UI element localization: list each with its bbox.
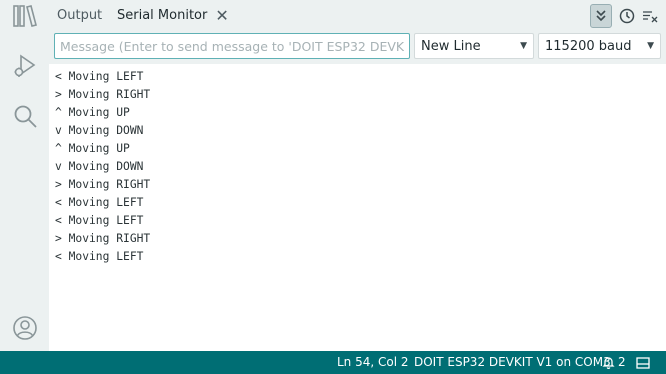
activity-bar <box>0 0 49 351</box>
debug-icon[interactable] <box>11 52 39 80</box>
close-icon[interactable]: ✕ <box>215 0 228 32</box>
cursor-position[interactable]: Ln 54, Col 2 <box>337 351 409 374</box>
output-line: > Moving RIGHT <box>55 232 151 245</box>
output-line: ^ Moving UP <box>55 106 130 119</box>
notifications-button[interactable]: 2 <box>602 351 626 374</box>
notification-count: 2 <box>618 355 626 369</box>
tab-serial-monitor-label: Serial Monitor <box>117 8 208 23</box>
message-input[interactable] <box>54 33 410 59</box>
output-line: < Moving LEFT <box>55 70 144 83</box>
output-line: > Moving RIGHT <box>55 88 151 101</box>
serial-controls: New Line ▼ 115200 baud ▼ <box>49 32 666 64</box>
line-ending-value: New Line <box>421 38 481 54</box>
autoscroll-icon[interactable] <box>590 4 612 28</box>
library-icon[interactable] <box>11 2 39 30</box>
panel-tabbar: Output Serial Monitor ✕ <box>49 0 666 32</box>
timestamp-icon[interactable] <box>616 4 638 28</box>
baud-rate-select[interactable]: 115200 baud ▼ <box>538 33 661 59</box>
account-icon[interactable] <box>11 314 39 342</box>
chevron-down-icon: ▼ <box>520 41 527 51</box>
board-selector[interactable]: DOIT ESP32 DEVKIT V1 on COM3 <box>414 351 611 374</box>
tab-output[interactable]: Output <box>57 0 102 32</box>
output-line: < Moving LEFT <box>55 196 144 209</box>
output-line: v Moving DOWN <box>55 124 144 137</box>
serial-output[interactable]: < Moving LEFT > Moving RIGHT ^ Moving UP… <box>49 64 666 351</box>
search-icon[interactable] <box>11 102 39 130</box>
line-ending-select[interactable]: New Line ▼ <box>414 33 534 59</box>
output-line: v Moving DOWN <box>55 160 144 173</box>
baud-rate-value: 115200 baud <box>545 38 632 54</box>
output-line: > Moving RIGHT <box>55 178 151 191</box>
status-bar: Ln 54, Col 2 DOIT ESP32 DEVKIT V1 on COM… <box>0 351 666 374</box>
chevron-down-icon: ▼ <box>647 41 654 51</box>
output-line: < Moving LEFT <box>55 214 144 227</box>
panel-icon[interactable] <box>636 351 650 374</box>
output-line: < Moving LEFT <box>55 250 144 263</box>
bell-icon <box>602 357 615 369</box>
tab-serial-monitor[interactable]: Serial Monitor ✕ <box>117 0 229 32</box>
output-line: ^ Moving UP <box>55 142 130 155</box>
clear-output-icon[interactable] <box>639 4 661 28</box>
